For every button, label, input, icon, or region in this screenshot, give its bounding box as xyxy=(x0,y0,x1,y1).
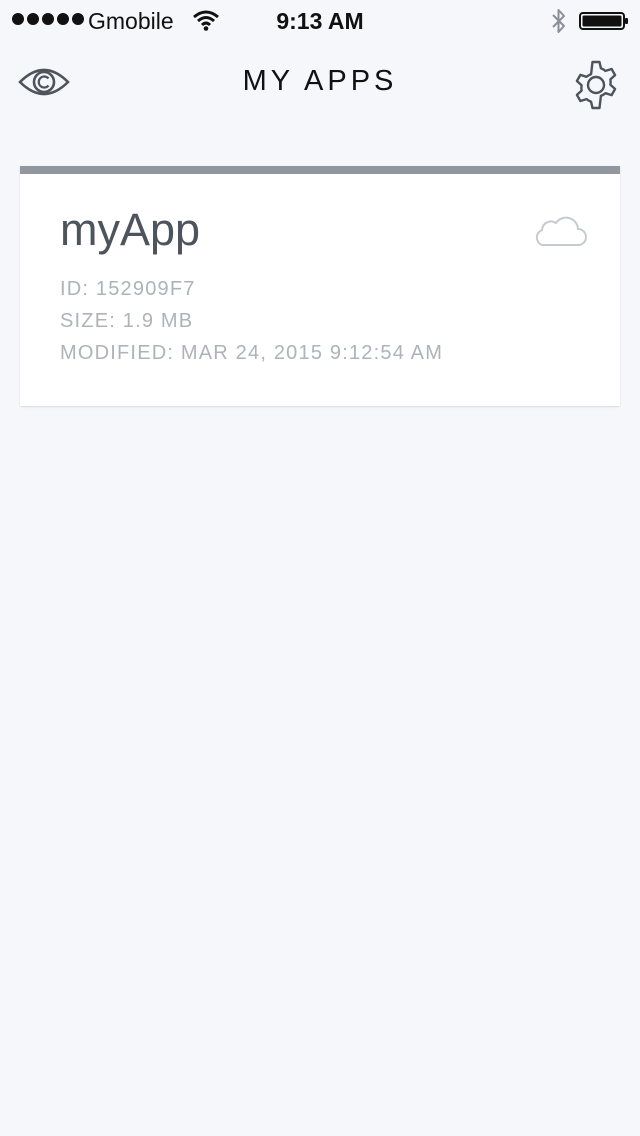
battery-icon xyxy=(579,12,628,30)
page-title: MY APPS xyxy=(242,65,398,97)
gear-icon[interactable] xyxy=(570,59,622,111)
cloud-icon[interactable] xyxy=(528,210,588,250)
app-size: SIZE: 1.9 MB xyxy=(60,310,194,332)
app-card[interactable]: myApp ID: 152909F7 SIZE: 1.9 MB MODIFIED… xyxy=(20,166,620,406)
status-time: 9:13 AM xyxy=(276,8,364,34)
app-modified-date: MODIFIED: MAR 24, 2015 9:12:54 AM xyxy=(60,342,444,364)
card-top-bar xyxy=(20,166,620,174)
app-id: ID: 152909F7 xyxy=(60,278,196,300)
status-bar: Gmobile 9:13 AM xyxy=(0,0,640,40)
nav-bar: MY APPS xyxy=(0,40,640,128)
bluetooth-icon xyxy=(552,9,565,33)
app-name: myApp xyxy=(60,204,201,255)
